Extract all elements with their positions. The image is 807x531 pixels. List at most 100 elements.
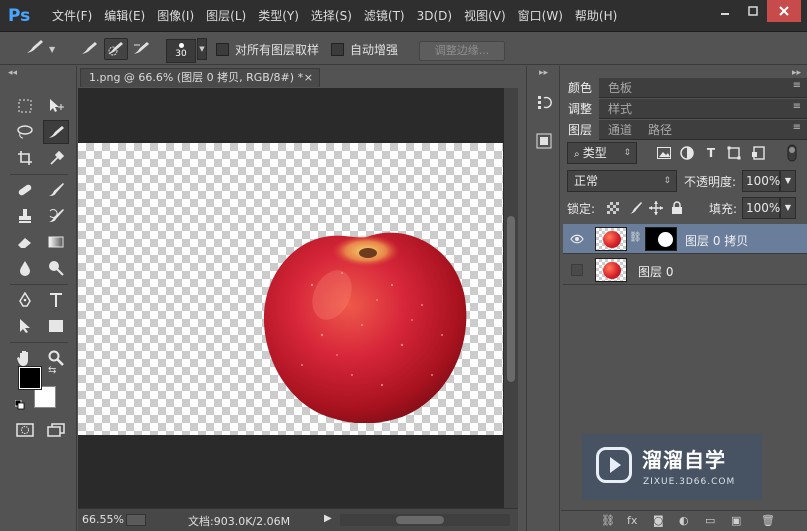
panel-menu-icon[interactable]: ≡ <box>793 101 801 112</box>
menu-select[interactable]: 选择(S) <box>305 0 358 32</box>
document-canvas[interactable] <box>78 143 503 435</box>
dodge-tool-icon[interactable] <box>43 256 69 280</box>
menu-file[interactable]: 文件(F) <box>46 0 98 32</box>
link-layers-icon[interactable]: ⛓ <box>601 514 615 527</box>
tab-color[interactable]: 颜色 <box>561 78 600 98</box>
lock-all-icon[interactable] <box>669 200 685 216</box>
link-chain-icon[interactable]: ⛓ <box>629 232 642 243</box>
layer-thumbnail[interactable] <box>595 258 627 282</box>
lasso-tool-icon[interactable] <box>12 120 38 144</box>
rectangle-tool-icon[interactable] <box>43 314 69 338</box>
menu-filter[interactable]: 滤镜(T) <box>358 0 411 32</box>
tab-paths[interactable]: 路径 <box>641 120 679 140</box>
fill-input[interactable]: 100% <box>742 197 780 219</box>
blur-tool-icon[interactable] <box>12 256 38 280</box>
new-selection-icon[interactable] <box>78 38 102 60</box>
sample-all-layers-checkbox[interactable] <box>216 42 229 56</box>
pen-tool-icon[interactable] <box>12 288 38 312</box>
close-icon[interactable] <box>767 0 801 22</box>
zoom-level[interactable]: 66.55% <box>82 513 124 526</box>
menu-help[interactable]: 帮助(H) <box>569 0 623 32</box>
panel-menu-icon[interactable]: ≡ <box>793 122 801 133</box>
menu-layer[interactable]: 图层(L) <box>200 0 252 32</box>
collapse-arrows-icon[interactable]: ▸▸ <box>792 68 801 78</box>
collapse-arrows-icon[interactable]: ▸▸ <box>539 68 548 78</box>
blend-mode-select[interactable]: 正常 ⇕ <box>567 170 677 192</box>
document-tab[interactable]: 1.png @ 66.6% (图层 0 拷贝, RGB/8#) * × <box>80 68 320 87</box>
menu-type[interactable]: 类型(Y) <box>252 0 305 32</box>
adjustment-layer-icon[interactable]: ◐ <box>679 514 689 527</box>
default-colors-icon[interactable] <box>14 399 25 410</box>
smart-object-filter-icon[interactable] <box>749 144 767 162</box>
new-layer-icon[interactable]: ▣ <box>731 514 741 527</box>
history-panel-icon[interactable] <box>533 91 555 113</box>
tab-styles[interactable]: 样式 <box>601 99 639 119</box>
pixel-layer-filter-icon[interactable] <box>655 144 673 162</box>
lock-image-pixels-icon[interactable] <box>627 200 643 216</box>
tab-channels[interactable]: 通道 <box>601 120 639 140</box>
background-color-swatch[interactable] <box>34 386 56 408</box>
close-tab-icon[interactable]: × <box>304 69 313 87</box>
layer-thumbnail[interactable] <box>595 227 627 251</box>
type-tool-icon[interactable] <box>43 288 69 312</box>
auto-enhance-checkbox[interactable] <box>331 42 344 56</box>
fill-dropdown-icon[interactable]: ▼ <box>780 197 796 219</box>
layer-mask-thumbnail[interactable] <box>645 227 677 251</box>
swap-colors-icon[interactable]: ⇆ <box>48 365 56 376</box>
eyedropper-tool-icon[interactable] <box>43 146 69 170</box>
minimize-icon[interactable] <box>711 0 739 22</box>
status-menu-arrow-icon[interactable]: ▶ <box>324 513 332 524</box>
visibility-toggle[interactable] <box>571 264 583 276</box>
horizontal-scroll-thumb[interactable] <box>396 516 444 524</box>
layer-row[interactable]: ⛓ 图层 0 拷贝 <box>563 224 807 254</box>
layer-style-icon[interactable]: fx <box>627 514 637 527</box>
quick-selection-tool-icon[interactable] <box>43 120 69 144</box>
canvas-area[interactable] <box>78 88 504 508</box>
opacity-input[interactable]: 100% <box>742 170 780 192</box>
layer-name[interactable]: 图层 0 拷贝 <box>685 232 748 249</box>
layer-name[interactable]: 图层 0 <box>638 263 673 280</box>
layer-filter-kind-select[interactable]: ⌕ 类型 ⇕ <box>567 142 637 164</box>
tool-preset-picker[interactable]: ▼ <box>24 37 55 61</box>
add-mask-icon[interactable]: ◙ <box>653 514 664 527</box>
vertical-scrollbar[interactable] <box>504 88 518 508</box>
status-info-icon[interactable] <box>126 514 146 526</box>
collapse-arrows-icon[interactable]: ◂◂ <box>8 68 17 78</box>
lock-position-icon[interactable] <box>648 200 664 216</box>
history-brush-tool-icon[interactable] <box>43 204 69 228</box>
vertical-scroll-thumb[interactable] <box>507 216 515 382</box>
layer-row[interactable]: 图层 0 <box>563 255 807 285</box>
horizontal-scrollbar[interactable] <box>340 514 510 526</box>
menu-edit[interactable]: 编辑(E) <box>98 0 151 32</box>
move-tool-icon[interactable] <box>43 94 69 118</box>
screen-mode-icon[interactable] <box>43 418 69 442</box>
properties-panel-icon[interactable] <box>533 130 555 152</box>
eye-icon[interactable] <box>569 231 585 247</box>
crop-tool-icon[interactable] <box>12 146 38 170</box>
opacity-dropdown-icon[interactable]: ▼ <box>780 170 796 192</box>
brush-size-dropdown[interactable]: ▼ <box>197 37 207 61</box>
maximize-icon[interactable] <box>739 0 767 22</box>
quick-mask-icon[interactable] <box>12 418 38 442</box>
eraser-tool-icon[interactable] <box>12 230 38 254</box>
delete-layer-icon[interactable]: 🗑 <box>761 514 775 527</box>
brush-size-picker[interactable]: 30 <box>166 39 196 63</box>
menu-view[interactable]: 视图(V) <box>458 0 512 32</box>
tab-adjustments[interactable]: 调整 <box>561 99 600 119</box>
tab-layers[interactable]: 图层 <box>561 120 600 140</box>
subtract-from-selection-icon[interactable] <box>130 38 154 60</box>
gradient-tool-icon[interactable] <box>43 230 69 254</box>
refine-edge-button[interactable]: 调整边缘... <box>419 41 505 61</box>
path-selection-tool-icon[interactable] <box>12 314 38 338</box>
type-layer-filter-icon[interactable]: T <box>702 144 720 162</box>
brush-tool-icon[interactable] <box>43 178 69 202</box>
auto-enhance-option[interactable]: 自动增强 <box>331 37 398 61</box>
tab-swatches[interactable]: 色板 <box>601 78 639 98</box>
shape-layer-filter-icon[interactable] <box>725 144 743 162</box>
lock-transparent-pixels-icon[interactable] <box>605 200 621 216</box>
new-group-icon[interactable]: ▭ <box>705 514 715 527</box>
add-to-selection-icon[interactable] <box>104 38 128 60</box>
marquee-tool-icon[interactable] <box>12 94 38 118</box>
panel-menu-icon[interactable]: ≡ <box>793 80 801 91</box>
menu-window[interactable]: 窗口(W) <box>512 0 569 32</box>
